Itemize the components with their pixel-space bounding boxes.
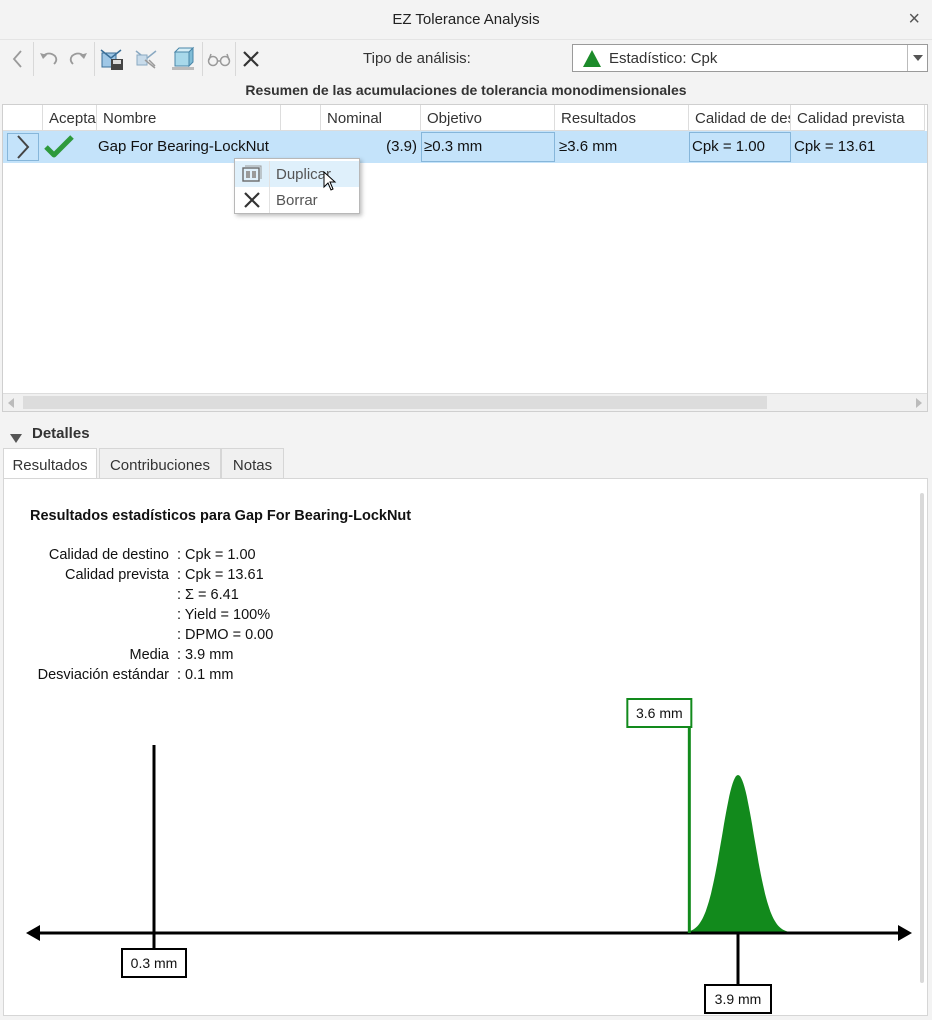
close-icon[interactable]: × [908, 8, 920, 31]
column-header-spacer [281, 105, 321, 131]
marker-objetivo-label: 0.3 mm [131, 955, 178, 971]
toolbar-separator [235, 42, 236, 76]
redo-icon[interactable] [64, 44, 92, 74]
column-header-expander [3, 105, 43, 131]
row-calidad-destino: Cpk = 1.00 [692, 138, 765, 155]
chevron-right-icon[interactable] [7, 133, 39, 161]
tab-notas[interactable]: Notas [221, 448, 284, 478]
menu-item-duplicar[interactable]: Duplicar [235, 161, 359, 187]
value-sigma: : Σ = 6.41 [177, 587, 239, 603]
mouse-cursor-icon [323, 171, 337, 191]
context-menu: Duplicar Borrar [234, 158, 360, 214]
vertical-scrollbar[interactable] [920, 493, 924, 983]
undo-icon[interactable] [35, 44, 63, 74]
value-yield: : Yield = 100% [177, 607, 271, 623]
analysis-type-value: Estadístico: Cpk [609, 49, 718, 67]
x-axis-arrow-right [898, 925, 912, 941]
toolbar-separator [94, 42, 95, 76]
column-header-objetivo[interactable]: Objetivo [421, 105, 555, 131]
menu-item-borrar[interactable]: Borrar [235, 187, 359, 213]
delete-icon [241, 190, 263, 210]
toolbar-separator [33, 42, 34, 76]
duplicate-icon [241, 164, 263, 184]
scroll-right-icon[interactable] [915, 398, 923, 408]
toolbar-separator [202, 42, 203, 76]
auto-stack-icon[interactable] [132, 44, 160, 74]
distribution-chart: 0.3 mm 3.6 mm 3.9 mm [26, 698, 912, 1014]
tab-resultados[interactable]: Resultados [3, 448, 97, 478]
value-media: : 3.9 mm [177, 647, 234, 663]
window-title: EZ Tolerance Analysis [392, 11, 540, 28]
marker-resultado-label: 3.6 mm [636, 705, 683, 721]
glasses-icon[interactable] [205, 44, 233, 74]
column-header-nombre[interactable]: Nombre [97, 105, 281, 131]
label-media: Media [129, 647, 170, 663]
toolbar: Tipo de análisis: Estadístico: Cpk [0, 40, 932, 78]
scroll-left-icon[interactable] [7, 398, 15, 408]
value-calidad-destino: : Cpk = 1.00 [177, 547, 256, 563]
marker-media-label: 3.9 mm [715, 991, 762, 1007]
details-section-title: Detalles [32, 425, 90, 442]
distribution-curve [673, 775, 803, 933]
label-calidad-destino: Calidad de destino [48, 547, 169, 563]
distribution-triangle-icon [583, 49, 601, 67]
analysis-type-label: Tipo de análisis: [363, 50, 471, 67]
column-header-calidad-prevista[interactable]: Calidad prevista [791, 105, 925, 131]
row-calidad-prevista: Cpk = 13.61 [794, 138, 876, 155]
chevron-down-icon[interactable] [907, 45, 927, 71]
column-header-nominal[interactable]: Nominal [321, 105, 421, 131]
check-icon [43, 134, 75, 162]
value-calidad-prevista: : Cpk = 13.61 [177, 567, 264, 583]
scrollbar-thumb[interactable] [23, 396, 767, 409]
analysis-type-select[interactable]: Estadístico: Cpk [572, 44, 928, 72]
summary-title: Resumen de las acumulaciones de toleranc… [245, 82, 687, 98]
results-panel: Resultados estadísticos para Gap For Bea… [3, 478, 928, 1016]
value-dpmo: : DPMO = 0.00 [177, 627, 274, 643]
save-stack-icon[interactable] [98, 44, 126, 74]
column-header-resultados[interactable]: Resultados [555, 105, 689, 131]
label-calidad-prevista: Calidad prevista [65, 567, 169, 583]
back-icon[interactable] [4, 44, 32, 74]
delete-icon[interactable] [237, 44, 265, 74]
tab-contribuciones[interactable]: Contribuciones [99, 448, 221, 478]
summary-table: Acepta Nombre Nominal Objetivo Resultado… [2, 104, 928, 412]
column-header-acepta[interactable]: Acepta [43, 105, 97, 131]
row-objetivo: ≥0.3 mm [424, 138, 483, 155]
collapse-triangle-icon[interactable] [10, 430, 22, 446]
results-title: Resultados estadísticos para Gap For Bea… [30, 508, 412, 524]
table-row[interactable]: Gap For Bearing-LockNut (3.9) ≥0.3 mm ≥3… [3, 131, 927, 163]
row-resultados: ≥3.6 mm [559, 138, 618, 155]
column-header-calidad-destino[interactable]: Calidad de destino [689, 105, 791, 131]
menu-item-label: Borrar [276, 191, 318, 209]
horizontal-scrollbar[interactable] [3, 393, 927, 411]
title-bar: EZ Tolerance Analysis × [0, 0, 932, 40]
x-axis-arrow-left [26, 925, 40, 941]
model-view-icon[interactable] [169, 44, 197, 74]
